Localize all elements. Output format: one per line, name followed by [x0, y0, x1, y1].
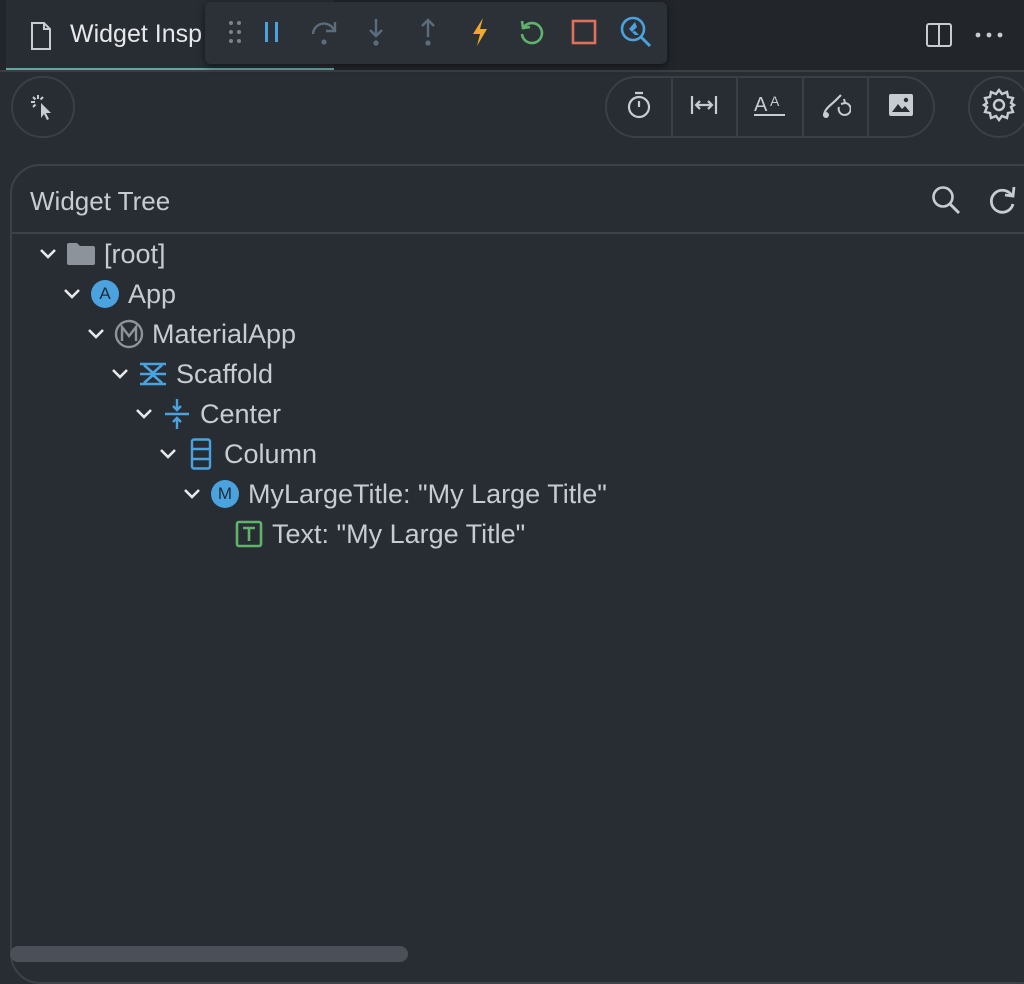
tree-node-label: Scaffold — [176, 358, 274, 389]
hot-reload-icon[interactable] — [462, 14, 498, 50]
tree-node-label: App — [128, 278, 177, 309]
gear-icon — [981, 87, 1017, 127]
slow-animations-button[interactable] — [607, 78, 673, 136]
text-baseline-icon: AA — [753, 92, 787, 123]
select-widget-mode-button[interactable] — [11, 76, 75, 138]
step-out-icon[interactable] — [410, 14, 446, 50]
tree-node-column[interactable]: Column — [156, 434, 317, 474]
refresh-icon[interactable] — [986, 184, 1018, 216]
panel-title: Widget Tree — [30, 186, 171, 216]
tree-node-center[interactable]: Center — [132, 394, 281, 434]
tree-node-scaffold[interactable]: Scaffold — [108, 354, 273, 394]
chevron-down-icon[interactable] — [60, 282, 84, 306]
svg-text:A: A — [770, 93, 780, 109]
center-icon — [162, 399, 192, 429]
tree-node-app[interactable]: A App — [60, 274, 176, 314]
stop-icon[interactable] — [566, 14, 602, 50]
text-widget-icon — [234, 519, 264, 549]
drag-handle-icon[interactable] — [217, 14, 253, 50]
inspector-options-group: AA — [605, 76, 935, 138]
scaffold-icon — [138, 359, 168, 389]
show-repaint-button[interactable] — [804, 78, 870, 136]
tab-label: Widget Insp — [70, 20, 203, 48]
image-icon — [888, 93, 914, 122]
tree-node-label: Column — [224, 438, 318, 469]
widget-tree-header: Widget Tree — [12, 166, 1024, 234]
chevron-down-icon[interactable] — [156, 442, 180, 466]
highlight-images-button[interactable] — [869, 78, 933, 136]
file-icon — [30, 22, 52, 50]
custom-widget-icon: M — [210, 479, 240, 509]
horizontal-scrollbar[interactable] — [10, 946, 408, 962]
app-badge-icon: A — [90, 279, 120, 309]
tree-node-label: [root] — [104, 238, 166, 269]
width-arrows-icon — [690, 93, 718, 122]
search-icon[interactable] — [930, 184, 962, 216]
tree-node-text[interactable]: Text: "My Large Title" — [234, 514, 525, 554]
show-baselines-button[interactable]: AA — [738, 78, 804, 136]
tree-node-root[interactable]: [root] — [36, 234, 166, 274]
split-editor-icon[interactable] — [922, 18, 956, 52]
chevron-down-icon[interactable] — [132, 402, 156, 426]
step-over-icon[interactable] — [306, 14, 342, 50]
more-actions-icon[interactable] — [972, 18, 1006, 52]
tree-node-label: MaterialApp — [152, 318, 297, 349]
chevron-down-icon[interactable] — [180, 482, 204, 506]
tree-node-mylargetitle[interactable]: M MyLargeTitle: "My Large Title" — [180, 474, 607, 514]
svg-text:A: A — [754, 94, 768, 116]
hot-restart-icon[interactable] — [514, 14, 550, 50]
column-icon — [186, 438, 216, 470]
repaint-brush-icon — [821, 91, 852, 124]
timer-icon — [626, 91, 652, 124]
show-guidelines-button[interactable] — [673, 78, 739, 136]
pause-icon[interactable] — [254, 14, 290, 50]
folder-icon — [66, 239, 96, 269]
chevron-down-icon[interactable] — [84, 322, 108, 346]
material-app-icon — [114, 319, 144, 349]
tree-node-materialapp[interactable]: MaterialApp — [84, 314, 296, 354]
step-into-icon[interactable] — [358, 14, 394, 50]
settings-button[interactable] — [968, 76, 1024, 138]
open-devtools-icon[interactable] — [618, 14, 654, 50]
chevron-down-icon[interactable] — [108, 362, 132, 386]
tree-node-label: Center — [200, 398, 282, 429]
debug-toolbar — [205, 2, 667, 64]
chevron-down-icon[interactable] — [36, 242, 60, 266]
tree-node-label: MyLargeTitle: "My Large Title" — [248, 478, 607, 509]
tree-node-label: Text: "My Large Title" — [272, 518, 526, 549]
